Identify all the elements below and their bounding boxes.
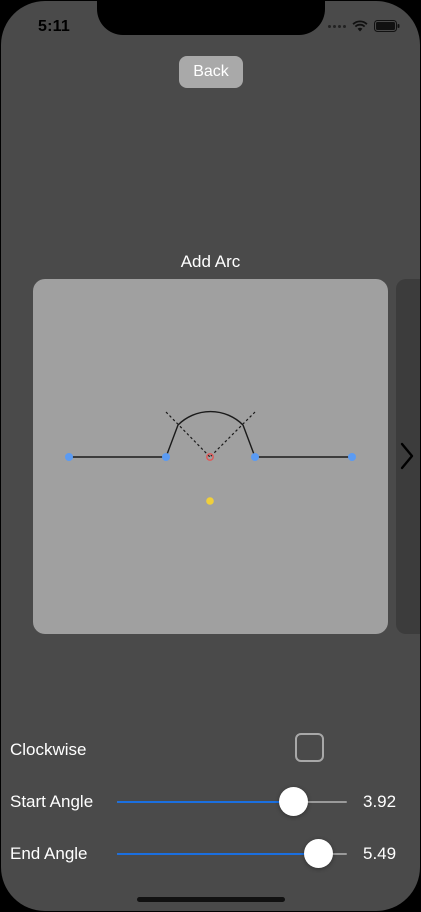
back-button[interactable]: Back — [179, 56, 243, 88]
arc-start-handle — [162, 453, 170, 461]
start-angle-guide — [165, 411, 211, 458]
right-connector — [242, 424, 256, 458]
next-panel-button[interactable] — [396, 279, 420, 634]
left-connector — [165, 424, 179, 458]
start-angle-label: Start Angle — [10, 792, 94, 811]
arc-end-handle — [251, 453, 259, 461]
arc-center-handle — [206, 497, 214, 505]
end-angle-label: End Angle — [10, 844, 88, 863]
status-icons — [328, 20, 400, 32]
slider-thumb[interactable] — [279, 787, 308, 816]
device-notch — [97, 1, 325, 35]
wifi-icon — [352, 20, 368, 32]
battery-icon — [374, 20, 400, 32]
chevron-right-icon — [400, 442, 414, 470]
end-angle-slider[interactable] — [117, 839, 347, 869]
start-angle-slider[interactable] — [117, 787, 347, 817]
end-angle-value: 5.49 — [363, 844, 397, 863]
clockwise-checkbox[interactable] — [295, 733, 324, 762]
slider-fill — [117, 853, 319, 855]
page-title: Add Arc — [180, 252, 241, 271]
right-end-handle — [348, 453, 356, 461]
arc-drawing — [65, 410, 356, 505]
left-end-handle — [65, 453, 73, 461]
app-screen: 5:11 Back Add Arc Clockwise Start Angle … — [1, 1, 420, 911]
start-angle-value: 3.92 — [363, 792, 397, 811]
arc-canvas[interactable] — [33, 279, 388, 634]
cellular-signal-icon — [328, 24, 346, 28]
slider-fill — [117, 801, 294, 803]
end-angle-guide — [209, 411, 256, 458]
home-indicator — [137, 897, 285, 902]
slider-thumb[interactable] — [304, 839, 333, 868]
status-time: 5:11 — [38, 18, 70, 35]
clockwise-label: Clockwise — [10, 740, 87, 759]
arc-path — [177, 410, 244, 426]
device-frame: 5:11 Back Add Arc Clockwise Start Angle … — [0, 0, 421, 912]
